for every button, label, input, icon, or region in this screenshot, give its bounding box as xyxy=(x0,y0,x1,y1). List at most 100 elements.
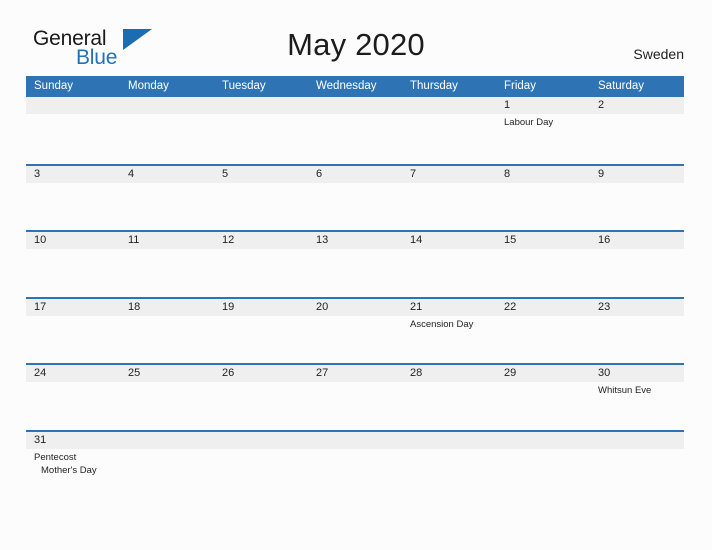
country-label: Sweden xyxy=(633,46,684,62)
day-events xyxy=(214,249,308,296)
day-number xyxy=(590,432,684,449)
day-number xyxy=(120,432,214,449)
event-label: Ascension Day xyxy=(410,318,474,330)
event-label: Pentecost xyxy=(34,451,77,463)
day-events xyxy=(590,249,684,296)
day-events xyxy=(120,316,214,363)
page-header: General Blue May 2020 Sweden xyxy=(0,0,712,76)
day-events[interactable]: Ascension Day xyxy=(402,316,496,363)
day-number[interactable]: 24 xyxy=(26,365,120,382)
day-number[interactable]: 2 xyxy=(590,97,684,114)
day-events xyxy=(26,114,120,161)
day-number[interactable]: 12 xyxy=(214,232,308,249)
event-label: Mother's Day xyxy=(41,464,97,476)
day-events xyxy=(496,382,590,429)
calendar-grid: Sunday Monday Tuesday Wednesday Thursday… xyxy=(26,76,684,496)
day-events xyxy=(590,183,684,230)
calendar-weeks: 1 2 Labour Day 3 4 5 6 7 8 9 10 11 12 13 14 15 16 17 18 19 2… xyxy=(26,97,684,496)
day-number[interactable]: 19 xyxy=(214,299,308,316)
day-events xyxy=(214,449,308,496)
week-date-number-band: 17 18 19 20 21 22 23 xyxy=(26,298,684,316)
day-events xyxy=(26,249,120,296)
weekday-header-monday: Monday xyxy=(128,80,169,92)
day-events xyxy=(590,449,684,496)
day-events xyxy=(120,382,214,429)
day-number[interactable]: 29 xyxy=(496,365,590,382)
day-number[interactable]: 14 xyxy=(402,232,496,249)
day-events xyxy=(308,382,402,429)
day-events xyxy=(26,382,120,429)
day-number xyxy=(402,432,496,449)
day-number[interactable]: 28 xyxy=(402,365,496,382)
day-number xyxy=(308,432,402,449)
weekday-header-friday: Friday xyxy=(504,80,536,92)
day-number[interactable]: 20 xyxy=(308,299,402,316)
day-events xyxy=(402,114,496,161)
calendar-week-row: 3456789 xyxy=(26,163,684,231)
day-number xyxy=(308,97,402,114)
day-events xyxy=(496,316,590,363)
day-number[interactable]: 4 xyxy=(120,166,214,183)
day-number[interactable]: 17 xyxy=(26,299,120,316)
weekday-header-sunday: Sunday xyxy=(34,80,74,92)
day-events xyxy=(308,249,402,296)
day-events xyxy=(214,114,308,161)
day-number[interactable]: 31 xyxy=(26,432,120,449)
calendar-week-row: 17 18 19 20 21 22 23 Ascension Day xyxy=(26,296,684,364)
weekday-header-wednesday: Wednesday xyxy=(316,80,377,92)
day-number[interactable]: 30 xyxy=(590,365,684,382)
weekday-header-thursday: Thursday xyxy=(410,80,458,92)
event-label: Whitsun Eve xyxy=(598,385,652,396)
day-events xyxy=(308,449,402,496)
day-number[interactable]: 21 xyxy=(402,299,496,316)
day-number[interactable]: 25 xyxy=(120,365,214,382)
day-number xyxy=(214,432,308,449)
day-number[interactable]: 27 xyxy=(308,365,402,382)
day-number[interactable]: 13 xyxy=(308,232,402,249)
calendar-week-row: 31 Pentecost Mother's Day xyxy=(26,429,684,497)
day-events xyxy=(308,114,402,161)
day-events xyxy=(120,114,214,161)
day-number[interactable]: 23 xyxy=(590,299,684,316)
day-events xyxy=(214,183,308,230)
day-events xyxy=(26,316,120,363)
day-number[interactable]: 15 xyxy=(496,232,590,249)
calendar-week-row: 24 25 26 27 28 29 30 Whitsun Eve xyxy=(26,363,684,430)
day-number[interactable]: 5 xyxy=(214,166,308,183)
day-events[interactable]: Pentecost Mother's Day xyxy=(26,449,120,496)
week-date-number-band: 31 xyxy=(26,431,684,449)
day-events xyxy=(402,382,496,429)
week-date-number-band: 3456789 xyxy=(26,165,684,183)
day-number[interactable]: 10 xyxy=(26,232,120,249)
day-number[interactable]: 3 xyxy=(26,166,120,183)
day-events xyxy=(214,316,308,363)
day-number[interactable]: 22 xyxy=(496,299,590,316)
week-date-number-band: 12 xyxy=(26,97,684,114)
calendar-page: General Blue May 2020 Sweden Sunday Mond… xyxy=(0,0,712,550)
day-events xyxy=(590,114,684,161)
day-events[interactable]: Whitsun Eve xyxy=(590,382,684,429)
day-number[interactable]: 11 xyxy=(120,232,214,249)
day-number[interactable]: 9 xyxy=(590,166,684,183)
day-number[interactable]: 26 xyxy=(214,365,308,382)
week-event-band: Labour Day xyxy=(26,114,684,161)
day-number[interactable]: 16 xyxy=(590,232,684,249)
day-number[interactable]: 8 xyxy=(496,166,590,183)
day-number[interactable]: 1 xyxy=(496,97,590,114)
day-number xyxy=(120,97,214,114)
day-events xyxy=(496,183,590,230)
day-events xyxy=(120,249,214,296)
day-events xyxy=(308,316,402,363)
day-events xyxy=(402,449,496,496)
day-events xyxy=(402,249,496,296)
day-events xyxy=(402,183,496,230)
day-events xyxy=(590,316,684,363)
day-number[interactable]: 7 xyxy=(402,166,496,183)
event-label: Labour Day xyxy=(504,117,554,128)
calendar-week-row: 10 11 12 13 14 15 16 xyxy=(26,230,684,297)
day-number[interactable]: 6 xyxy=(308,166,402,183)
page-title: May 2020 xyxy=(287,27,425,62)
week-date-number-band: 24 25 26 27 28 29 30 xyxy=(26,365,684,382)
day-events[interactable]: Labour Day xyxy=(496,114,590,161)
day-number[interactable]: 18 xyxy=(120,299,214,316)
